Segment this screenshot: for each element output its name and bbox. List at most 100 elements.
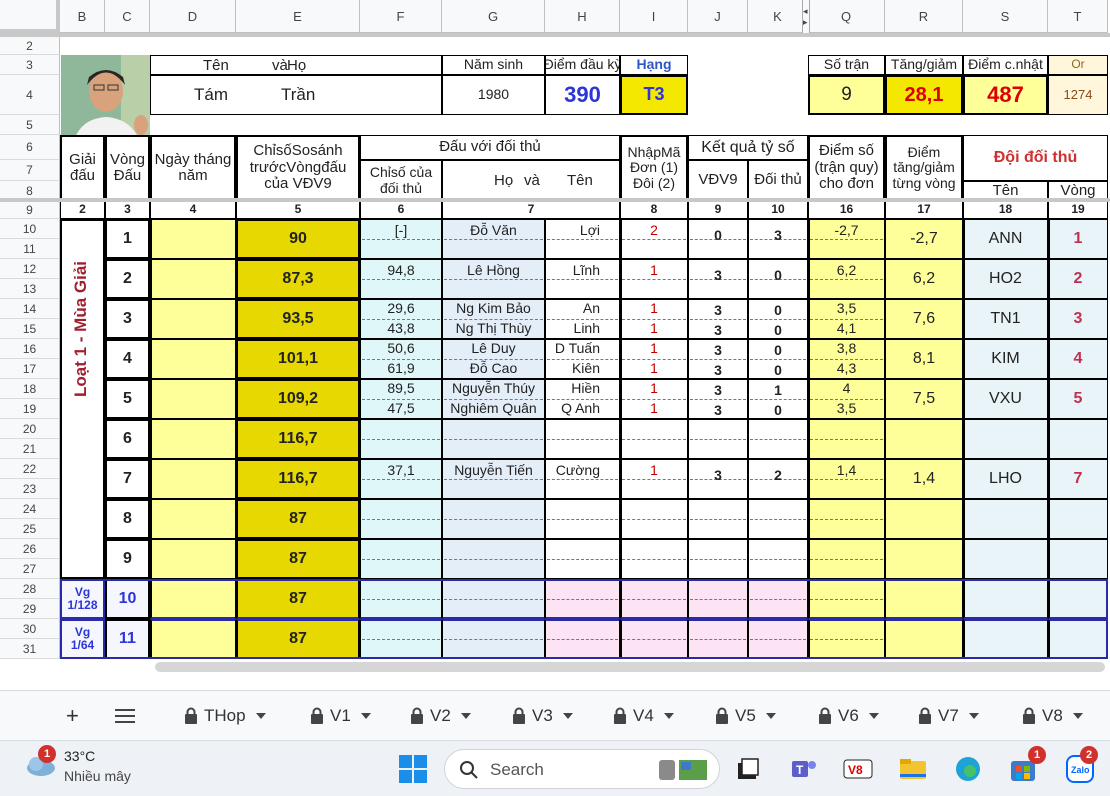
opponent-name[interactable]: Linh [545, 319, 620, 339]
score-vdv9[interactable]: 3 [688, 466, 748, 486]
row-header-9[interactable]: 9 [0, 201, 60, 219]
sheet-tab-thop[interactable]: THop [184, 703, 266, 729]
row-header-20[interactable]: 20 [0, 419, 60, 439]
row-header-22[interactable]: 22 [0, 459, 60, 479]
file-explorer-icon[interactable] [895, 751, 931, 787]
taskbar-search-box[interactable]: Search [444, 749, 720, 789]
horizontal-scrollbar[interactable] [155, 662, 1105, 672]
column-header-h[interactable]: H [545, 0, 620, 33]
round-date[interactable] [150, 339, 236, 379]
opponent-name[interactable]: Cường [545, 461, 620, 481]
opponent-surname[interactable]: Lê Duy [442, 339, 545, 359]
windows-start-icon[interactable] [395, 751, 431, 787]
score-vdv9[interactable]: 3 [688, 321, 748, 341]
round-date[interactable] [150, 259, 236, 299]
column-header-i[interactable]: I [620, 0, 688, 33]
round-date[interactable] [150, 499, 236, 539]
score-vdv9[interactable]: 3 [688, 401, 748, 421]
column-header-t[interactable]: T [1048, 0, 1108, 33]
opponent-index[interactable]: 61,9 [360, 359, 442, 379]
round-date[interactable] [150, 379, 236, 419]
score-opponent[interactable]: 0 [748, 266, 808, 286]
match-type[interactable]: 1 [620, 399, 688, 419]
row-header-14[interactable]: 14 [0, 299, 60, 319]
score-opponent[interactable]: 0 [748, 401, 808, 421]
opponent-name[interactable]: Lợi [545, 221, 620, 241]
column-header-e[interactable]: E [236, 0, 360, 33]
match-type[interactable]: 1 [620, 319, 688, 339]
opponent-surname[interactable]: Nguyễn Thúy [442, 379, 545, 399]
sheet-tab-v1[interactable]: V1 [310, 703, 371, 729]
opponent-index[interactable]: 29,6 [360, 299, 442, 319]
round-date[interactable] [150, 459, 236, 499]
opponent-surname[interactable]: Lê Hồng [442, 261, 545, 281]
add-sheet-button[interactable]: + [66, 703, 79, 729]
sheet-tab-v3[interactable]: V3 [512, 703, 573, 729]
opponent-index[interactable]: 50,6 [360, 339, 442, 359]
row-header-6[interactable]: 6 [0, 135, 60, 160]
app-v8-icon[interactable]: V8 [840, 751, 876, 787]
row-header-13[interactable]: 13 [0, 279, 60, 299]
match-type[interactable]: 1 [620, 359, 688, 379]
match-type[interactable]: 1 [620, 379, 688, 399]
opponent-surname[interactable]: Nghiêm Quân [442, 399, 545, 419]
opponent-name[interactable]: Lĩnh [545, 261, 620, 281]
opponent-name[interactable]: Q Anh [545, 399, 620, 419]
match-points[interactable]: -2,7 [808, 221, 885, 241]
opponent-index[interactable]: 47,5 [360, 399, 442, 419]
row-header-29[interactable]: 29 [0, 599, 60, 619]
row-header-23[interactable]: 23 [0, 479, 60, 499]
match-points[interactable]: 4,1 [808, 319, 885, 339]
match-points[interactable]: 4 [808, 379, 885, 399]
sheet-tab-v2[interactable]: V2 [410, 703, 471, 729]
hidden-columns-toggle[interactable]: ◂ ▸ [802, 0, 810, 33]
column-header-r[interactable]: R [885, 0, 963, 33]
opponent-name[interactable]: Kiên [545, 359, 620, 379]
opponent-index[interactable]: 43,8 [360, 319, 442, 339]
round-date[interactable] [150, 619, 236, 659]
score-opponent[interactable]: 3 [748, 226, 808, 246]
column-header-k[interactable]: K [748, 0, 808, 33]
sheet-tab-v8[interactable]: V8 [1022, 703, 1083, 729]
score-vdv9[interactable]: 0 [688, 226, 748, 246]
row-header-2[interactable]: 2 [0, 37, 60, 55]
row-header-17[interactable]: 17 [0, 359, 60, 379]
score-vdv9[interactable]: 3 [688, 341, 748, 361]
row-header-4[interactable]: 4 [0, 75, 60, 115]
opponent-name[interactable]: An [545, 299, 620, 319]
score-opponent[interactable]: 2 [748, 466, 808, 486]
sheet-tab-v4[interactable]: V4 [613, 703, 674, 729]
row-header-16[interactable]: 16 [0, 339, 60, 359]
row-header-7[interactable]: 7 [0, 160, 60, 181]
match-points[interactable]: 3,5 [808, 399, 885, 419]
round-date[interactable] [150, 539, 236, 579]
teams-icon[interactable]: T [786, 751, 822, 787]
edge-browser-icon[interactable] [950, 751, 986, 787]
opponent-name[interactable]: Hiền [545, 379, 620, 399]
opponent-surname[interactable]: Đỗ Văn [442, 221, 545, 241]
column-header-b[interactable]: B [60, 0, 105, 33]
row-header-26[interactable]: 26 [0, 539, 60, 559]
row-header-10[interactable]: 10 [0, 219, 60, 239]
column-header-f[interactable]: F [360, 0, 442, 33]
score-vdv9[interactable]: 3 [688, 266, 748, 286]
opponent-index[interactable]: 89,5 [360, 379, 442, 399]
column-header-d[interactable]: D [150, 0, 236, 33]
match-type[interactable]: 1 [620, 261, 688, 281]
row-header-31[interactable]: 31 [0, 639, 60, 659]
weather-text[interactable]: Nhiều mây [64, 768, 131, 784]
row-header-3[interactable]: 3 [0, 55, 60, 75]
row-header-28[interactable]: 28 [0, 579, 60, 599]
score-vdv9[interactable]: 3 [688, 381, 748, 401]
task-view-icon[interactable] [730, 751, 766, 787]
match-type[interactable]: 2 [620, 221, 688, 241]
column-header-q[interactable]: Q [808, 0, 885, 33]
score-opponent[interactable]: 0 [748, 341, 808, 361]
row-header-19[interactable]: 19 [0, 399, 60, 419]
score-opponent[interactable]: 0 [748, 321, 808, 341]
score-opponent[interactable]: 0 [748, 361, 808, 381]
opponent-surname[interactable]: Nguyễn Tiến [442, 461, 545, 481]
match-points[interactable]: 1,4 [808, 461, 885, 481]
row-header-18[interactable]: 18 [0, 379, 60, 399]
weather-temp[interactable]: 33°C [64, 748, 95, 764]
